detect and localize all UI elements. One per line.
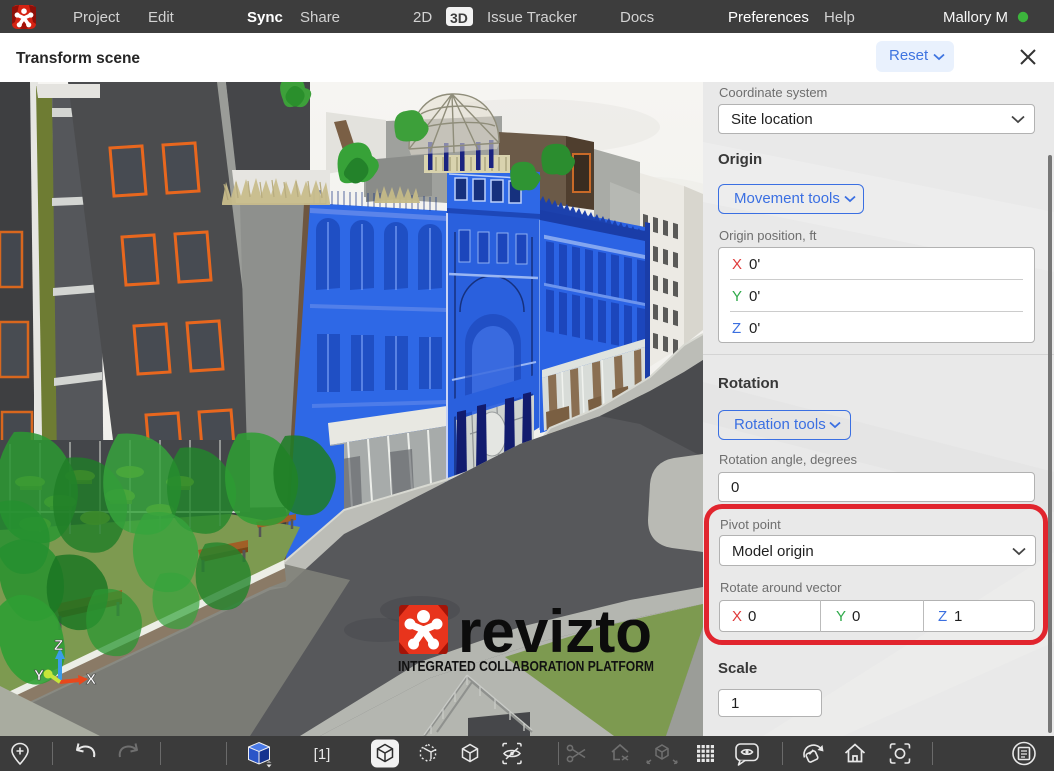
svg-text:revizto: revizto — [458, 598, 652, 665]
svg-text:Y: Y — [34, 667, 44, 684]
svg-text:X: X — [86, 671, 96, 688]
svg-text:[1]: [1] — [314, 746, 331, 763]
svg-text:Z: Z — [54, 637, 63, 654]
svg-text:INTEGRATED COLLABORATION PLATF: INTEGRATED COLLABORATION PLATFORM — [398, 658, 654, 675]
